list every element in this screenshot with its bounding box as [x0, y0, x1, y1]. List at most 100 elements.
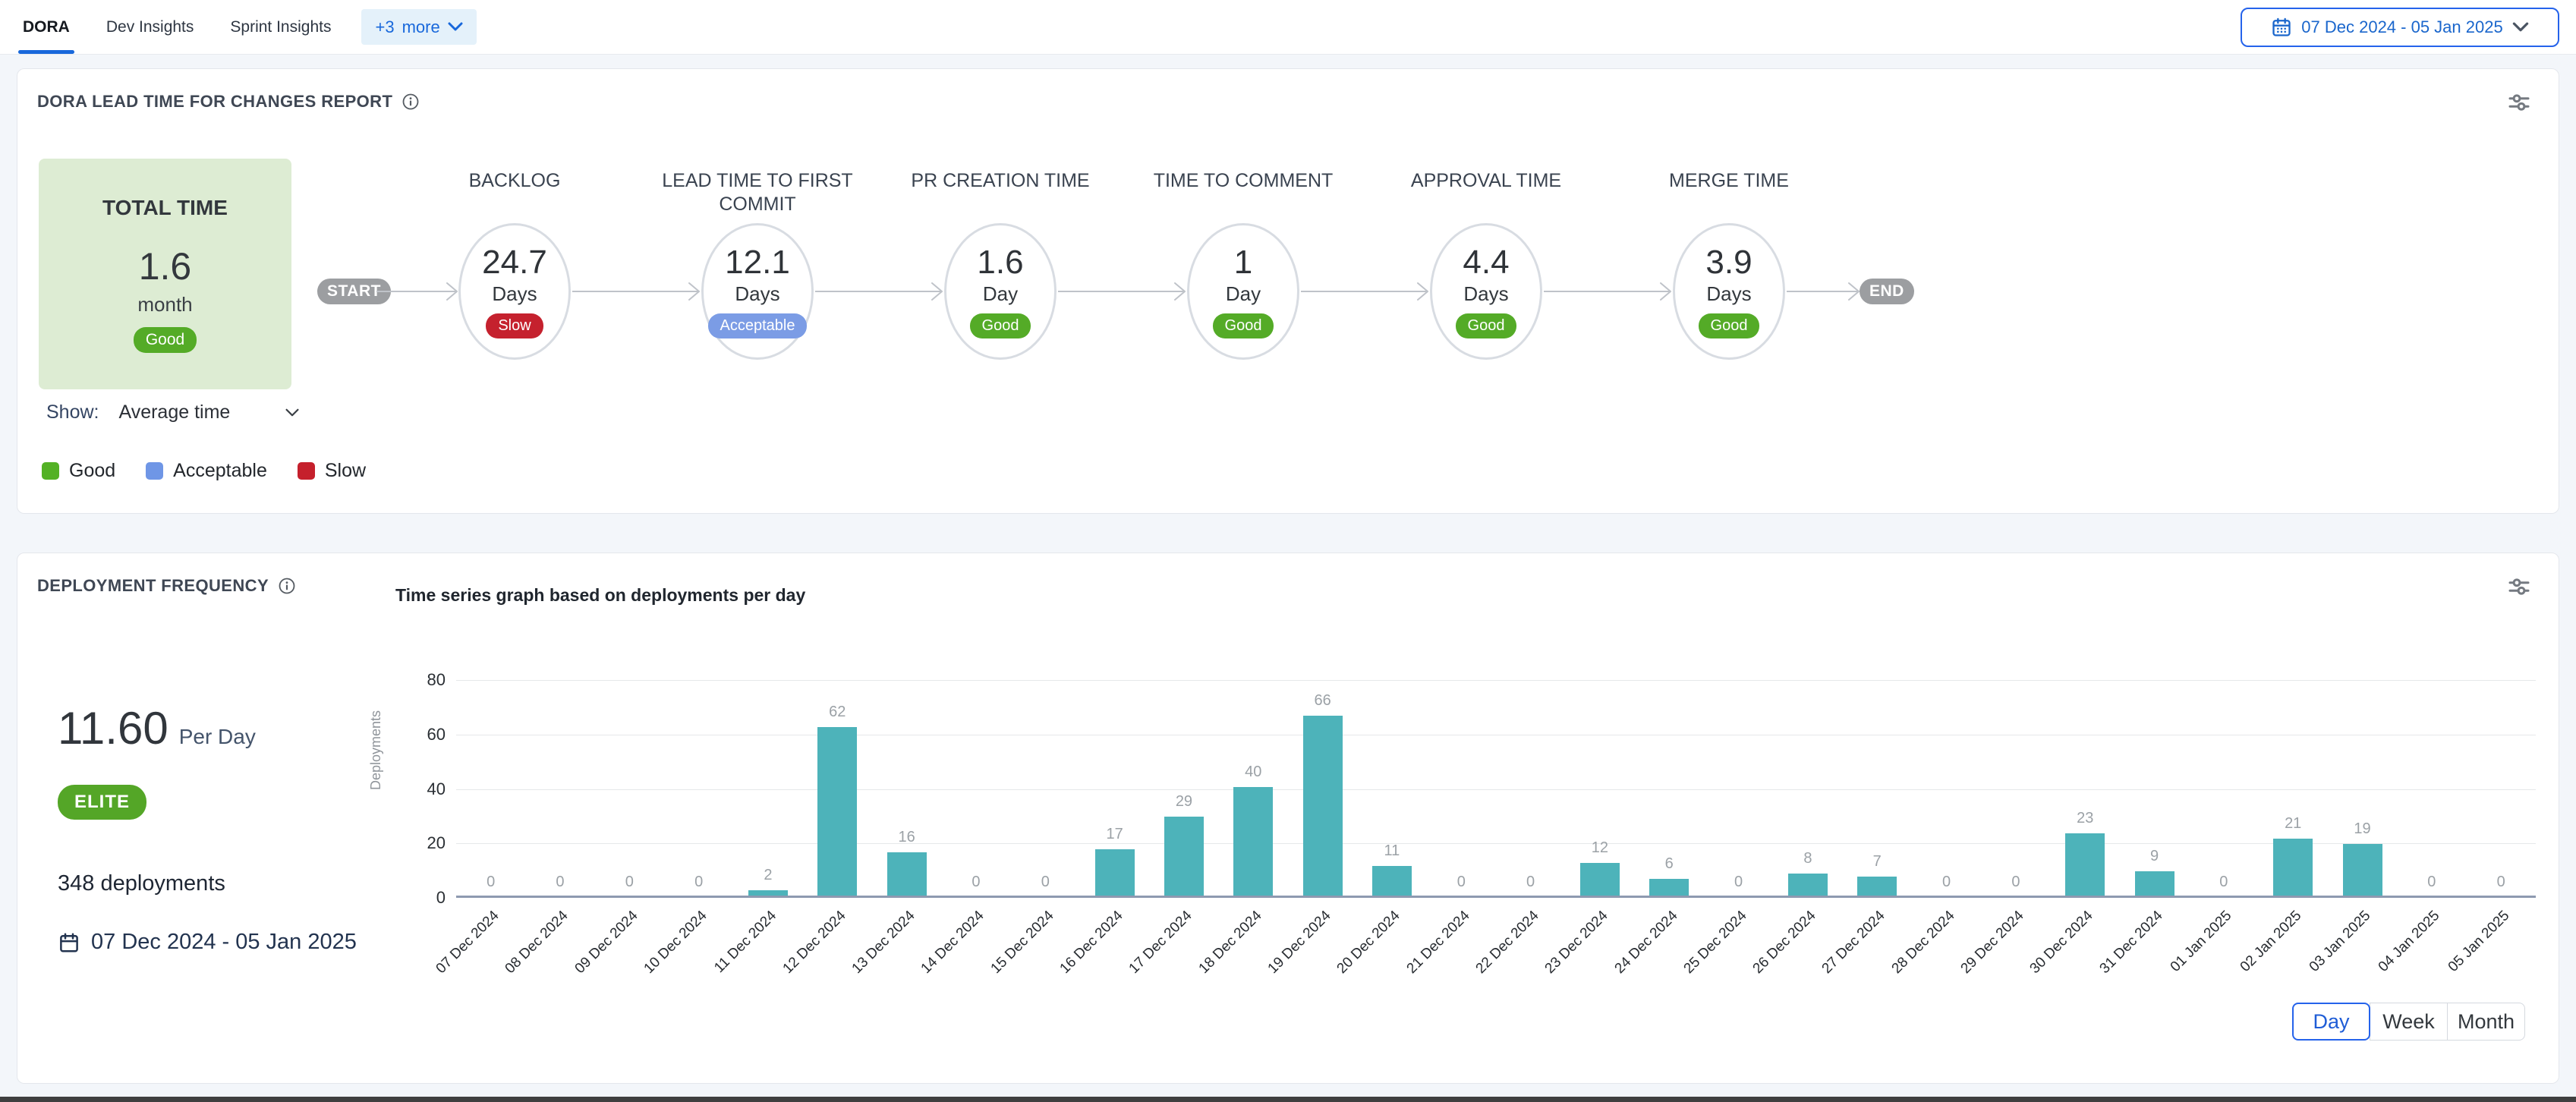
deployment-bar — [1788, 874, 1828, 896]
y-tick-0: 0 — [400, 888, 446, 908]
bar-value-label: 11 — [1384, 842, 1400, 860]
bar-slot-05-jan-2025[interactable]: 005 Jan 2025 — [2467, 680, 2536, 896]
show-selector[interactable]: Show: Average time — [46, 401, 300, 423]
bar-value-label: 0 — [972, 874, 980, 891]
bar-slot-28-dec-2024[interactable]: 028 Dec 2024 — [1912, 680, 1981, 896]
toggle-month[interactable]: Month — [2447, 1003, 2525, 1041]
bar-slot-23-dec-2024[interactable]: 1223 Dec 2024 — [1565, 680, 1634, 896]
bar-slot-01-jan-2025[interactable]: 001 Jan 2025 — [2189, 680, 2258, 896]
deployments-per-day-unit: Per Day — [179, 725, 256, 749]
bar-slot-04-jan-2025[interactable]: 004 Jan 2025 — [2397, 680, 2466, 896]
deployment-bar — [2065, 833, 2105, 896]
x-axis-label: 10 Dec 2024 — [641, 908, 710, 978]
bar-slot-22-dec-2024[interactable]: 022 Dec 2024 — [1496, 680, 1565, 896]
x-axis-label: 14 Dec 2024 — [918, 908, 988, 978]
legend-swatch — [298, 462, 315, 480]
bar-slot-15-dec-2024[interactable]: 015 Dec 2024 — [1011, 680, 1080, 896]
total-time-value: 1.6 — [139, 244, 192, 288]
date-range-picker[interactable]: 07 Dec 2024 - 05 Jan 2025 — [2241, 8, 2559, 47]
bar-slot-21-dec-2024[interactable]: 021 Dec 2024 — [1427, 680, 1496, 896]
stage-value: 3.9 — [1705, 244, 1752, 281]
bar-slot-25-dec-2024[interactable]: 025 Dec 2024 — [1704, 680, 1773, 896]
bar-slot-12-dec-2024[interactable]: 6212 Dec 2024 — [803, 680, 872, 896]
x-axis-label: 24 Dec 2024 — [1611, 908, 1681, 978]
x-axis-label: 03 Jan 2025 — [2307, 908, 2375, 976]
flow-end-pill: END — [1860, 279, 1914, 304]
bar-slot-11-dec-2024[interactable]: 211 Dec 2024 — [733, 680, 802, 896]
x-axis-label: 13 Dec 2024 — [849, 908, 918, 978]
chevron-down-icon — [2512, 22, 2529, 33]
x-axis-label: 27 Dec 2024 — [1819, 908, 1889, 978]
legend-item-acceptable: Acceptable — [146, 460, 267, 482]
bar-slot-19-dec-2024[interactable]: 6619 Dec 2024 — [1288, 680, 1357, 896]
bar-slot-30-dec-2024[interactable]: 2330 Dec 2024 — [2051, 680, 2120, 896]
bar-slot-18-dec-2024[interactable]: 4018 Dec 2024 — [1219, 680, 1288, 896]
stage-label-pr-creation-time: PR CREATION TIME — [886, 169, 1114, 193]
toggle-day[interactable]: Day — [2292, 1003, 2370, 1041]
bar-slot-03-jan-2025[interactable]: 1903 Jan 2025 — [2328, 680, 2397, 896]
bar-slot-26-dec-2024[interactable]: 826 Dec 2024 — [1773, 680, 1842, 896]
bar-value-label: 29 — [1176, 793, 1192, 811]
bar-slot-13-dec-2024[interactable]: 1613 Dec 2024 — [872, 680, 941, 896]
bar-slot-14-dec-2024[interactable]: 014 Dec 2024 — [941, 680, 1010, 896]
x-axis-label: 11 Dec 2024 — [711, 908, 780, 977]
x-axis-label: 01 Jan 2025 — [2168, 908, 2236, 976]
more-tabs-button[interactable]: +3 more — [361, 9, 476, 45]
window-bottom-edge — [0, 1097, 2576, 1102]
bar-slot-09-dec-2024[interactable]: 009 Dec 2024 — [595, 680, 664, 896]
deployment-bar — [1233, 787, 1273, 896]
deployment-bar — [1095, 849, 1135, 896]
stage-rating-badge: Good — [1213, 313, 1274, 338]
stage-node-merge-time: 3.9DaysGood — [1673, 223, 1785, 360]
toggle-week[interactable]: Week — [2370, 1003, 2448, 1041]
bar-slot-17-dec-2024[interactable]: 2917 Dec 2024 — [1149, 680, 1218, 896]
bar-slot-02-jan-2025[interactable]: 2102 Jan 2025 — [2259, 680, 2328, 896]
stage-unit: Days — [492, 282, 537, 306]
x-axis-label: 02 Jan 2025 — [2237, 908, 2305, 976]
bar-slot-20-dec-2024[interactable]: 1120 Dec 2024 — [1357, 680, 1426, 896]
bar-slot-16-dec-2024[interactable]: 1716 Dec 2024 — [1080, 680, 1149, 896]
bar-slot-31-dec-2024[interactable]: 931 Dec 2024 — [2120, 680, 2189, 896]
flow-arrow — [815, 282, 943, 305]
total-time-label: TOTAL TIME — [102, 196, 228, 220]
bar-slot-24-dec-2024[interactable]: 624 Dec 2024 — [1635, 680, 1704, 896]
info-icon[interactable] — [278, 577, 296, 595]
bar-slot-29-dec-2024[interactable]: 029 Dec 2024 — [1981, 680, 2050, 896]
bar-value-label: 0 — [1734, 874, 1743, 891]
x-axis-label: 30 Dec 2024 — [2027, 908, 2097, 978]
lead-time-settings-button[interactable] — [2505, 90, 2533, 118]
flow-arrow — [1301, 282, 1428, 305]
granularity-toggle: DayWeekMonth — [2292, 1003, 2525, 1041]
tab-dora[interactable]: DORA — [23, 0, 70, 54]
tab-sprint-insights[interactable]: Sprint Insights — [230, 0, 331, 54]
x-axis-label: 31 Dec 2024 — [2096, 908, 2166, 978]
x-axis-label: 05 Jan 2025 — [2445, 908, 2513, 976]
chart-subtitle: Time series graph based on deployments p… — [395, 585, 805, 606]
stage-rating-badge: Good — [970, 313, 1031, 338]
bar-slot-10-dec-2024[interactable]: 010 Dec 2024 — [664, 680, 733, 896]
info-icon[interactable] — [402, 93, 420, 111]
flow-arrow — [1787, 282, 1860, 305]
bar-slot-27-dec-2024[interactable]: 727 Dec 2024 — [1843, 680, 1912, 896]
bar-slot-07-dec-2024[interactable]: 007 Dec 2024 — [456, 680, 525, 896]
deployment-settings-button[interactable] — [2505, 575, 2533, 603]
deployments-bar-chart: 007 Dec 2024008 Dec 2024009 Dec 2024010 … — [456, 680, 2536, 898]
tab-dev-insights[interactable]: Dev Insights — [106, 0, 194, 54]
deployment-bar — [1164, 817, 1204, 896]
total-deployments: 348 deployments — [58, 871, 357, 896]
bar-value-label: 0 — [2427, 874, 2436, 891]
y-tick-40: 40 — [400, 779, 446, 799]
y-tick-80: 80 — [400, 670, 446, 690]
x-axis-label: 04 Jan 2025 — [2376, 908, 2444, 976]
bar-value-label: 0 — [1942, 874, 1951, 891]
bar-slot-08-dec-2024[interactable]: 008 Dec 2024 — [525, 680, 594, 896]
deployment-bar — [887, 852, 927, 896]
bar-value-label: 12 — [1592, 839, 1608, 857]
x-axis-label: 20 Dec 2024 — [1334, 908, 1404, 978]
flow-arrow — [1058, 282, 1186, 305]
stage-label-lead-time-to-first-commit: LEAD TIME TO FIRST COMMIT — [644, 169, 871, 217]
x-axis-label: 16 Dec 2024 — [1057, 908, 1126, 978]
x-axis-label: 15 Dec 2024 — [987, 908, 1057, 978]
stage-node-time-to-comment: 1DayGood — [1187, 223, 1299, 360]
stage-value: 24.7 — [482, 244, 547, 281]
